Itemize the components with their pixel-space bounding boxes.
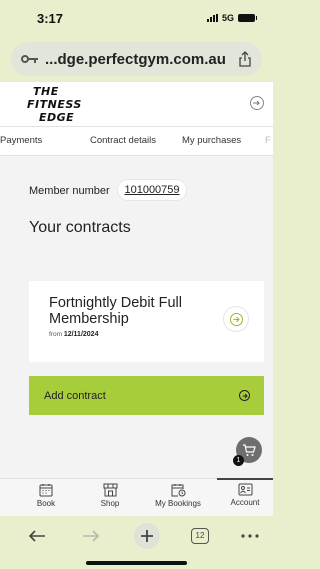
contract-start: from 12/11/2024 <box>49 331 99 338</box>
status-bar: 3:17 5G <box>0 0 273 36</box>
contract-start-date: 12/11/2024 <box>63 331 99 338</box>
new-tab-button[interactable] <box>134 523 160 549</box>
logout-icon[interactable] <box>250 96 264 110</box>
member-number-value: 101000759 <box>124 184 180 196</box>
nav-my-bookings[interactable]: My Bookings <box>148 483 208 508</box>
nav-shop[interactable]: Shop <box>80 483 140 508</box>
site-header: THE FITNESS EDGE <box>0 82 273 126</box>
cart-icon <box>243 443 256 456</box>
status-indicators: 5G <box>206 13 257 23</box>
id-card-icon <box>238 483 252 496</box>
address-bar[interactable]: ...dge.perfectgym.com.au <box>11 42 262 76</box>
nav-my-bookings-label: My Bookings <box>155 499 201 508</box>
more-icon[interactable] <box>241 534 259 538</box>
nav-shop-label: Shop <box>100 499 120 508</box>
nav-account-label: Account <box>230 498 260 507</box>
arrow-right-icon <box>239 390 250 401</box>
add-contract-label: Add contract <box>44 389 106 402</box>
calendar-clock-icon <box>171 484 185 497</box>
contract-name: Fortnightly Debit Full Membership <box>49 295 182 327</box>
tab-contract-details[interactable]: Contract details <box>90 135 156 146</box>
shop-icon <box>103 483 117 497</box>
nav-book-label: Book <box>36 499 56 508</box>
url-text[interactable]: ...dge.perfectgym.com.au <box>45 51 238 68</box>
home-indicator[interactable] <box>86 561 187 565</box>
calendar-icon <box>39 484 53 497</box>
cart-count-badge: 1 <box>233 455 244 466</box>
member-number-badge: 101000759 <box>117 179 187 201</box>
member-number-label: Member number <box>29 185 110 197</box>
forward-icon[interactable] <box>82 529 100 543</box>
share-icon[interactable] <box>238 51 252 67</box>
contracts-heading: Your contracts <box>29 219 131 236</box>
tab-payments[interactable]: Payments <box>0 135 42 146</box>
nav-account[interactable]: Account <box>215 478 275 507</box>
page-content: THE FITNESS EDGE Payments Contract detai… <box>0 82 273 478</box>
contract-open-button[interactable] <box>223 306 249 332</box>
signal-icon <box>206 14 218 22</box>
network-type: 5G <box>221 13 234 23</box>
nav-book[interactable]: Book <box>16 483 76 508</box>
tab-my-purchases[interactable]: My purchases <box>182 135 241 146</box>
tab-switcher-button[interactable]: 12 <box>191 528 209 544</box>
brand-logo[interactable]: THE FITNESS EDGE <box>27 85 107 124</box>
status-time: 3:17 <box>37 11 64 26</box>
key-icon[interactable] <box>21 54 39 64</box>
tab-overflow[interactable]: F <box>265 135 271 146</box>
add-contract-button[interactable]: Add contract <box>29 376 264 415</box>
plus-icon <box>141 530 153 542</box>
contract-card[interactable]: Fortnightly Debit Full Membership from 1… <box>29 281 264 362</box>
battery-icon <box>238 14 257 22</box>
back-icon[interactable] <box>28 529 46 543</box>
account-tabs: Payments Contract details My purchases F <box>0 126 273 156</box>
arrow-right-icon <box>229 312 243 326</box>
bottom-navigation: Book Shop My Bookings Account <box>0 478 273 516</box>
